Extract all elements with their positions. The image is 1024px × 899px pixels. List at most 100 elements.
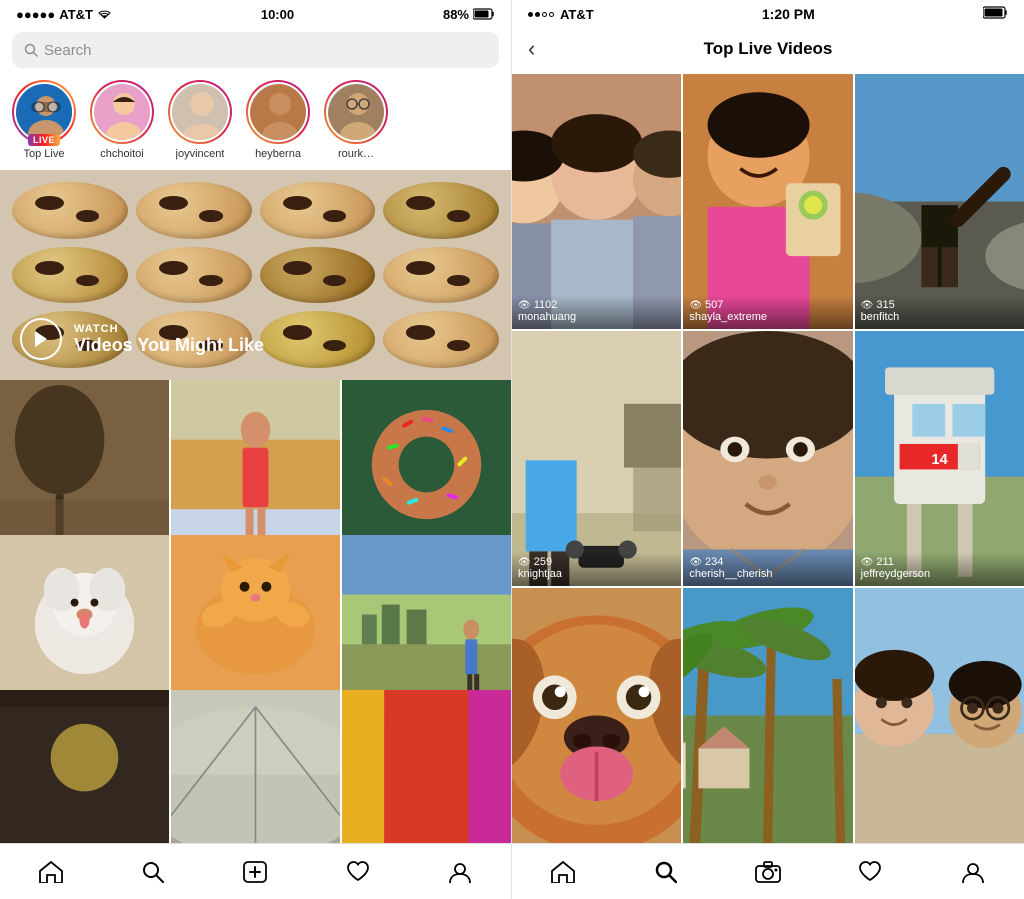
live-cell-dog[interactable] <box>512 588 681 843</box>
battery-icon-right <box>983 6 1008 19</box>
cookie-8 <box>383 247 499 304</box>
cookie-1 <box>12 182 128 239</box>
eye-icon-5: 👁 <box>689 557 702 568</box>
dot3 <box>542 12 547 17</box>
jeffrey-name: jeffreydgerson <box>861 568 1018 580</box>
city-view-image <box>342 535 511 704</box>
story-joyvincent[interactable]: joyvincent <box>168 80 232 160</box>
home-icon-right <box>551 861 575 883</box>
nav-heart-right[interactable] <box>848 850 892 894</box>
heyberna-avatar <box>250 84 308 142</box>
white-dog-image <box>0 535 169 704</box>
search-placeholder: Search <box>44 42 92 59</box>
eye-icon-6: 👁 <box>861 557 874 568</box>
grid-cell-white-dog[interactable] <box>0 535 169 704</box>
story-chchoitoi[interactable]: chchoitoi <box>90 80 154 160</box>
grid-cell-colorful[interactable] <box>342 690 511 843</box>
cookie-7 <box>260 247 376 304</box>
benfitch-overlay: 👁 315 benfitch <box>855 295 1024 329</box>
search-bar[interactable]: Search <box>12 32 499 68</box>
knightjaa-thumbnail <box>512 331 681 586</box>
joyvincent-avatar <box>172 84 230 142</box>
tree-shadow-image <box>0 380 169 549</box>
live-cell-cherish[interactable]: 👁 234 cherish__cherish <box>683 331 852 586</box>
nav-add[interactable] <box>233 850 277 894</box>
benfitch-name: benfitch <box>861 311 1018 323</box>
profile-icon-right <box>962 861 984 883</box>
hero-text: WATCH Videos You Might Like <box>74 323 264 356</box>
cherish-views: 👁 234 <box>689 556 846 568</box>
story-label-heyberna: heyberna <box>255 148 301 160</box>
grid-cell-architecture[interactable] <box>171 690 340 843</box>
jeffrey-overlay: 👁 211 jeffreydgerson <box>855 552 1024 586</box>
monahuang-views: 👁 1102 <box>518 299 675 311</box>
cookie-11 <box>260 311 376 368</box>
nav-camera-right[interactable] <box>746 850 790 894</box>
live-cell-shayla[interactable]: 👁 507 shayla_extreme <box>683 74 852 329</box>
search-nav-icon <box>142 861 164 883</box>
story-heyberna[interactable]: heyberna <box>246 80 310 160</box>
add-icon <box>243 861 267 883</box>
grid-cell-orange-cat[interactable] <box>171 535 340 704</box>
live-badge: LIVE <box>28 134 60 146</box>
girl-beach-image <box>171 380 340 549</box>
live-cell-beach-group[interactable] <box>855 588 1024 843</box>
hero-title: Videos You Might Like <box>74 335 264 356</box>
nav-search-right[interactable] <box>644 850 688 894</box>
nav-profile-right[interactable] <box>951 850 995 894</box>
monahuang-overlay: 👁 1102 monahuang <box>512 295 681 329</box>
donut-image <box>342 380 511 549</box>
grid-cell-tree[interactable] <box>0 380 169 549</box>
live-cell-knightjaa[interactable]: 👁 259 knightjaa <box>512 331 681 586</box>
time-right: 1:20 PM <box>762 6 815 22</box>
stories-row: LIVE Top Live chchoit <box>0 76 511 170</box>
live-cell-palms[interactable] <box>683 588 852 843</box>
nav-heart[interactable] <box>336 850 380 894</box>
carrier-right: AT&T <box>560 7 594 22</box>
hero-section[interactable]: WATCH Videos You Might Like <box>0 170 511 380</box>
camera-icon <box>755 861 781 883</box>
nav-search[interactable] <box>131 850 175 894</box>
right-panel: AT&T 1:20 PM ‹ Top Live Videos <box>512 0 1024 899</box>
jeffrey-views: 👁 211 <box>861 556 1018 568</box>
signal-dots-right: AT&T <box>528 7 594 22</box>
signal-dots: ●●●●● <box>16 7 55 22</box>
grid-cell-donut[interactable] <box>342 380 511 549</box>
search-icon <box>24 43 38 57</box>
dot2 <box>535 12 540 17</box>
grid-cell-city-view[interactable] <box>342 535 511 704</box>
knightjaa-views: 👁 259 <box>518 556 675 568</box>
shayla-thumbnail <box>683 74 852 329</box>
nav-profile[interactable] <box>438 850 482 894</box>
back-button[interactable]: ‹ <box>528 36 558 62</box>
story-top-live[interactable]: LIVE Top Live <box>12 80 76 160</box>
dark-room-image <box>0 690 169 843</box>
live-cell-monahuang[interactable]: 👁 1102 monahuang <box>512 74 681 329</box>
story-rourke[interactable]: rourk… <box>324 80 388 160</box>
nav-home[interactable] <box>29 850 73 894</box>
profile-icon <box>449 861 471 883</box>
monahuang-thumbnail <box>512 74 681 329</box>
story-label-chchoitoi: chchoitoi <box>100 148 143 160</box>
rourke-avatar <box>328 84 386 142</box>
wifi-icon <box>97 9 112 20</box>
knightjaa-name: knightjaa <box>518 568 675 580</box>
left-bottom-nav <box>0 843 511 899</box>
cherish-name: cherish__cherish <box>689 568 846 580</box>
grid-cell-girl-beach[interactable] <box>171 380 340 549</box>
play-button[interactable] <box>20 318 62 360</box>
heart-icon-right <box>858 861 882 883</box>
benfitch-views: 👁 315 <box>861 299 1018 311</box>
live-video-grid: 👁 1102 monahuang <box>512 74 1024 843</box>
status-bar-left: ●●●●● AT&T 10:00 88% <box>0 0 511 28</box>
carrier-signal: ●●●●● AT&T <box>16 7 112 22</box>
grid-cell-dark-room[interactable] <box>0 690 169 843</box>
beach-group-thumbnail <box>855 588 1024 843</box>
live-cell-benfitch[interactable]: 👁 315 benfitch <box>855 74 1024 329</box>
cookie-6 <box>136 247 252 304</box>
nav-home-right[interactable] <box>541 850 585 894</box>
battery-right-full <box>983 6 1008 22</box>
dog-thumbnail <box>512 588 681 843</box>
live-cell-jeffrey[interactable]: 14 👁 211 jeffreydgerson <box>855 331 1024 586</box>
jeffrey-thumbnail: 14 <box>855 331 1024 586</box>
